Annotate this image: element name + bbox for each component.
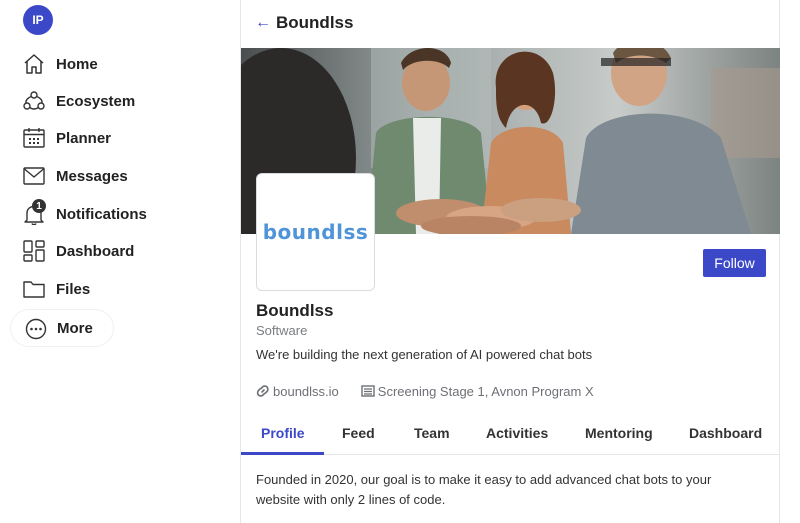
sidebar-item-ecosystem[interactable]: Ecosystem (0, 83, 200, 119)
website-text: boundlss.io (273, 383, 339, 399)
avatar[interactable]: IP (23, 5, 53, 35)
folder-icon (23, 281, 45, 298)
sidebar-item-dashboard[interactable]: Dashboard (0, 233, 200, 269)
page-title: Boundlss (276, 13, 354, 32)
sidebar-item-home[interactable]: Home (0, 46, 200, 82)
dashboard-icon (23, 240, 45, 262)
sidebar-item-label: Ecosystem (56, 92, 136, 110)
header: ← Boundlss (241, 0, 780, 48)
notification-badge: 1 (32, 199, 46, 213)
home-icon (24, 54, 44, 74)
tab-feed[interactable]: Feed (342, 425, 375, 441)
program-info: Screening Stage 1, Avnon Program X (361, 384, 594, 399)
sidebar-item-files[interactable]: Files (0, 271, 200, 307)
sidebar-item-label: Planner (56, 129, 112, 147)
active-tab-indicator (241, 452, 324, 455)
organization-category: Software (256, 323, 308, 338)
follow-button[interactable]: Follow (703, 249, 766, 277)
sidebar-item-label: Messages (56, 167, 128, 185)
sidebar-item-messages[interactable]: Messages (0, 158, 200, 194)
link-icon (256, 385, 269, 397)
mail-icon (23, 167, 45, 185)
website-link[interactable]: boundlss.io (256, 384, 339, 399)
sidebar-item-label: Dashboard (56, 242, 135, 260)
sidebar-item-label: Files (56, 280, 91, 298)
organization-meta: boundlss.io Screening Stage 1, Avnon Pro… (256, 382, 616, 400)
sidebar-item-notifications[interactable]: 1 Notifications (0, 196, 200, 232)
organization-description: We're building the next generation of AI… (256, 347, 593, 362)
sidebar-item-label: Home (56, 55, 98, 73)
sidebar-item-label: More (57, 319, 93, 337)
arrow-left-icon[interactable]: ← (255, 14, 271, 32)
sidebar-item-planner[interactable]: Planner (0, 120, 200, 156)
tab-profile[interactable]: Profile (261, 425, 305, 441)
ecosystem-icon (23, 91, 45, 110)
sidebar: IP Home Ecosystem Planner Messages 1 Not… (0, 0, 240, 523)
tab-team[interactable]: Team (414, 425, 450, 441)
profile-tabs: Profile Feed Team Activities Mentoring D… (241, 418, 780, 455)
logo-text: boundlss (262, 220, 369, 244)
program-text: Screening Stage 1, Avnon Program X (377, 383, 594, 399)
about-text: Founded in 2020, our goal is to make it … (256, 472, 712, 507)
list-icon (361, 385, 375, 397)
sidebar-item-label: Notifications (56, 205, 147, 223)
organization-profile: ← Boundlss boundlss Follow Boundlss Soft… (240, 0, 780, 523)
organization-name: Boundlss (256, 301, 334, 320)
tab-activities[interactable]: Activities (486, 425, 548, 441)
sidebar-item-more[interactable]: More (10, 309, 114, 347)
calendar-icon (23, 128, 45, 148)
company-logo: boundlss (256, 173, 375, 291)
tab-dashboard[interactable]: Dashboard (689, 425, 762, 441)
more-icon (25, 318, 47, 340)
tab-mentoring[interactable]: Mentoring (585, 425, 653, 441)
